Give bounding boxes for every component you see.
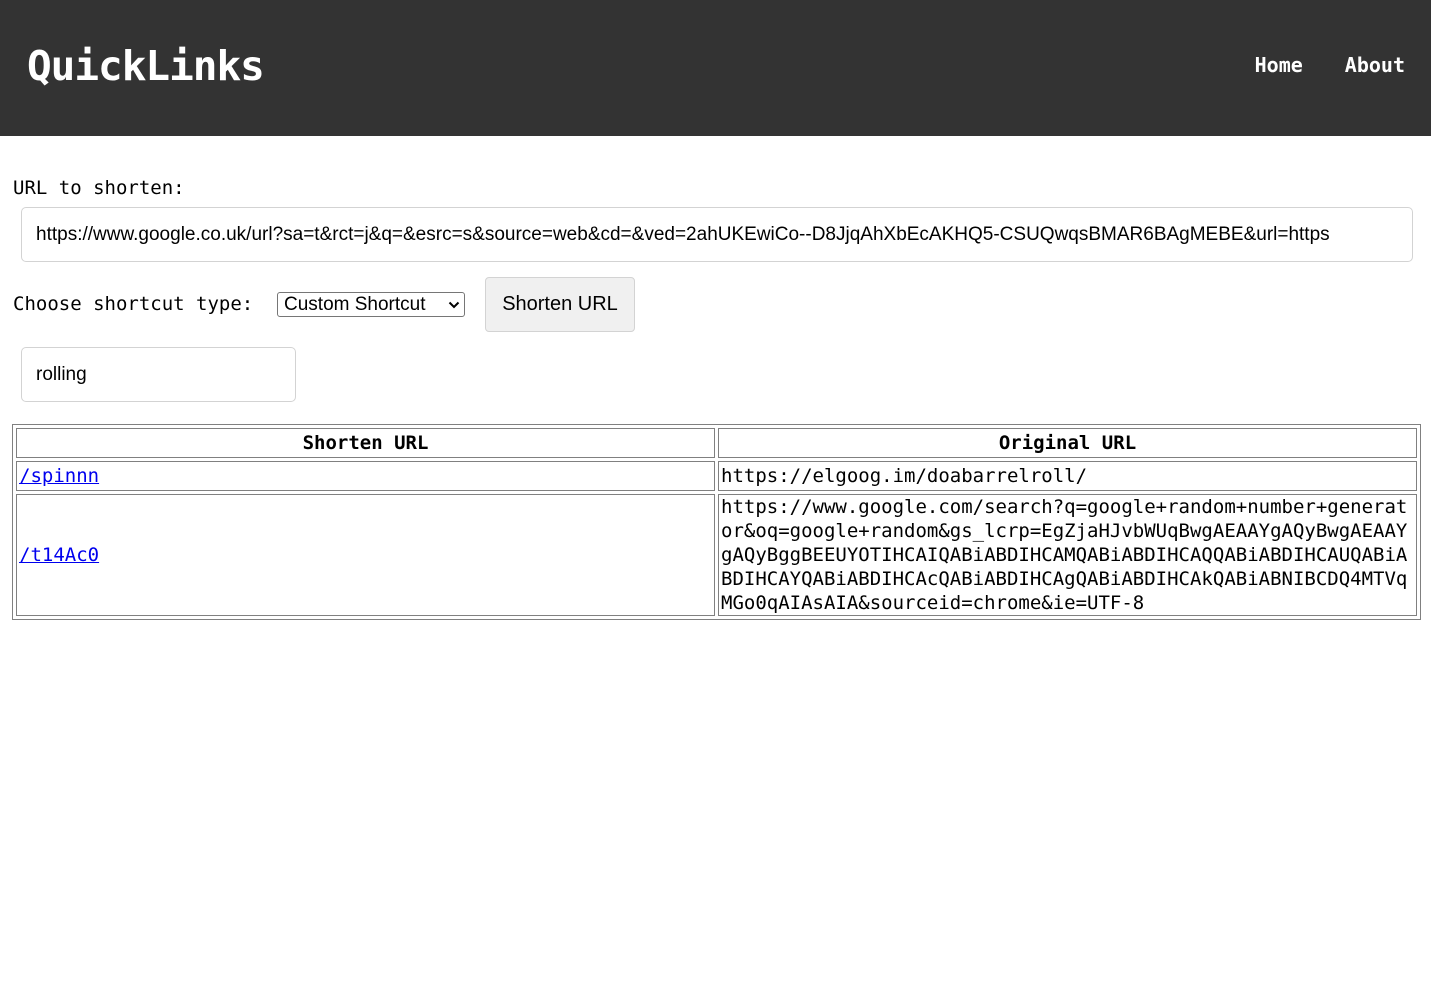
original-url-cell: https://elgoog.im/doabarrelroll/ bbox=[718, 461, 1417, 491]
site-logo[interactable]: QuickLinks bbox=[27, 38, 265, 94]
main-nav: Home About bbox=[1255, 50, 1405, 80]
site-header: QuickLinks Home About bbox=[0, 0, 1431, 136]
short-url-cell: /t14Ac0 bbox=[16, 494, 715, 616]
main-content: URL to shorten: Choose shortcut type: Cu… bbox=[0, 136, 1431, 996]
nav-home-link[interactable]: Home bbox=[1255, 50, 1303, 80]
table-row: /t14Ac0 https://www.google.com/search?q=… bbox=[16, 494, 1417, 616]
nav-about-link[interactable]: About bbox=[1345, 50, 1405, 80]
url-input[interactable] bbox=[21, 207, 1413, 262]
shortcut-type-select[interactable]: Custom Shortcut bbox=[277, 292, 465, 317]
short-url-link[interactable]: /spinnn bbox=[19, 465, 99, 487]
custom-shortcut-input[interactable] bbox=[21, 347, 296, 402]
shortcut-type-selected-value: Custom Shortcut bbox=[284, 294, 426, 315]
short-url-link[interactable]: /t14Ac0 bbox=[19, 544, 99, 566]
chevron-down-icon bbox=[444, 293, 464, 316]
links-table: Shorten URL Original URL /spinnn https:/… bbox=[12, 424, 1421, 620]
url-label: URL to shorten: bbox=[13, 177, 185, 199]
table-row: /spinnn https://elgoog.im/doabarrelroll/ bbox=[16, 461, 1417, 491]
shortcut-type-label: Choose shortcut type: bbox=[13, 293, 254, 315]
table-header-row: Shorten URL Original URL bbox=[16, 428, 1417, 458]
original-url-cell: https://www.google.com/search?q=google+r… bbox=[718, 494, 1417, 616]
column-header-shorten-url: Shorten URL bbox=[16, 428, 715, 458]
short-url-cell: /spinnn bbox=[16, 461, 715, 491]
column-header-original-url: Original URL bbox=[718, 428, 1417, 458]
shorten-url-button[interactable]: Shorten URL bbox=[485, 277, 635, 332]
